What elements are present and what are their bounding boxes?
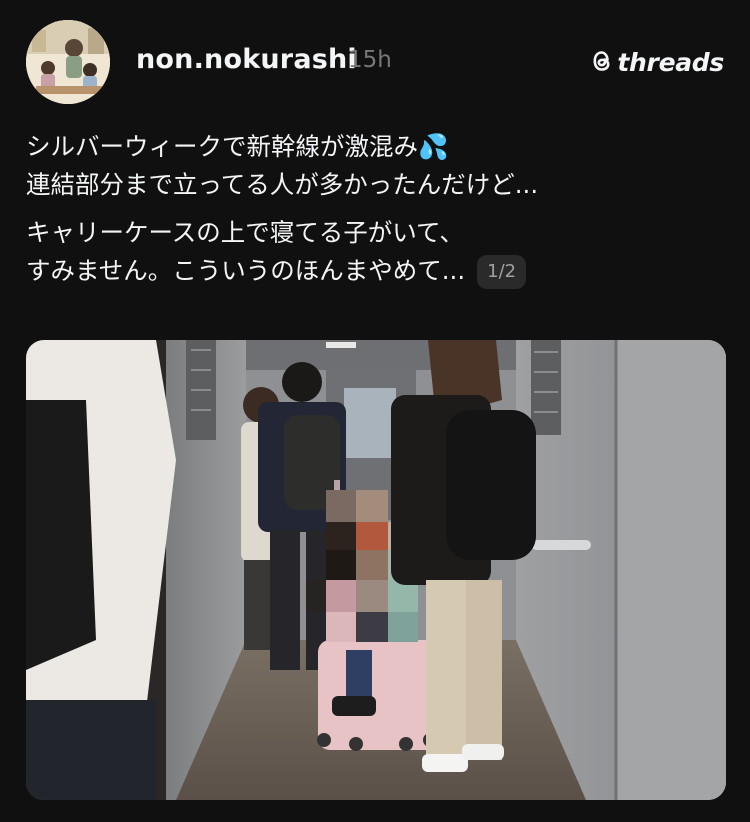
- page-indicator-badge: 1/2: [477, 255, 527, 289]
- threads-wordmark: threads: [617, 48, 724, 77]
- post-text-line-4-content: すみません。こういうのほんまやめて...: [26, 256, 466, 285]
- threads-brand[interactable]: threads: [591, 48, 724, 77]
- threads-logo-icon: [591, 49, 613, 77]
- avatar[interactable]: [26, 20, 110, 104]
- post-text: シルバーウィークで新幹線が激混み💦 連結部分まで立ってる人が多かったんだけど..…: [26, 128, 726, 290]
- username[interactable]: non.nokurashi: [136, 44, 357, 75]
- post-text-line-1: シルバーウィークで新幹線が激混み💦: [26, 128, 726, 166]
- threads-post: non.nokurashi 15h threads シルバーウィークで新幹線が激…: [0, 0, 750, 822]
- post-time: 15h: [348, 47, 392, 73]
- sweat-droplets-emoji: 💦: [418, 132, 449, 161]
- post-text-line-3: キャリーケースの上で寝てる子がいて、: [26, 218, 464, 247]
- post-text-line-4: すみません。こういうのほんまやめて... 1/2: [26, 252, 726, 290]
- post-text-line-2: 連結部分まで立ってる人が多かったんだけど...: [26, 170, 539, 199]
- post-photo[interactable]: [26, 340, 726, 800]
- post-text-line-1-content: シルバーウィークで新幹線が激混み: [26, 132, 418, 161]
- train-corridor-photo: [26, 340, 726, 800]
- post-header: non.nokurashi 15h threads: [26, 20, 726, 104]
